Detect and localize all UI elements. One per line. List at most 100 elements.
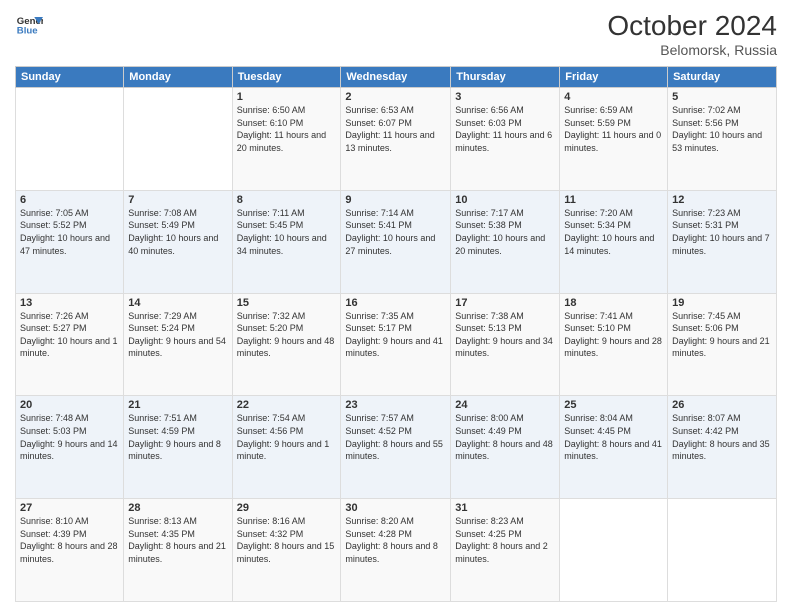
cell-details: Sunrise: 7:23 AMSunset: 5:31 PMDaylight:…	[672, 207, 772, 257]
day-number: 25	[564, 399, 663, 411]
calendar-cell: 6Sunrise: 7:05 AMSunset: 5:52 PMDaylight…	[16, 190, 124, 293]
day-number: 3	[455, 91, 555, 103]
logo: General Blue	[15, 10, 43, 38]
day-number: 13	[20, 297, 119, 309]
day-number: 20	[20, 399, 119, 411]
calendar-cell: 27Sunrise: 8:10 AMSunset: 4:39 PMDayligh…	[16, 499, 124, 602]
day-number: 28	[128, 502, 227, 514]
day-number: 29	[237, 502, 337, 514]
calendar-cell: 9Sunrise: 7:14 AMSunset: 5:41 PMDaylight…	[341, 190, 451, 293]
calendar-cell: 4Sunrise: 6:59 AMSunset: 5:59 PMDaylight…	[560, 88, 668, 191]
day-number: 19	[672, 297, 772, 309]
weekday-header-friday: Friday	[560, 67, 668, 88]
calendar-cell: 13Sunrise: 7:26 AMSunset: 5:27 PMDayligh…	[16, 293, 124, 396]
day-number: 24	[455, 399, 555, 411]
day-number: 18	[564, 297, 663, 309]
cell-details: Sunrise: 7:57 AMSunset: 4:52 PMDaylight:…	[345, 412, 446, 462]
calendar-cell: 7Sunrise: 7:08 AMSunset: 5:49 PMDaylight…	[124, 190, 232, 293]
day-number: 7	[128, 194, 227, 206]
calendar-cell	[668, 499, 777, 602]
cell-details: Sunrise: 7:45 AMSunset: 5:06 PMDaylight:…	[672, 310, 772, 360]
cell-details: Sunrise: 7:29 AMSunset: 5:24 PMDaylight:…	[128, 310, 227, 360]
cell-details: Sunrise: 7:14 AMSunset: 5:41 PMDaylight:…	[345, 207, 446, 257]
day-number: 27	[20, 502, 119, 514]
weekday-header-thursday: Thursday	[451, 67, 560, 88]
weekday-header-tuesday: Tuesday	[232, 67, 341, 88]
cell-details: Sunrise: 7:54 AMSunset: 4:56 PMDaylight:…	[237, 412, 337, 462]
cell-details: Sunrise: 8:23 AMSunset: 4:25 PMDaylight:…	[455, 515, 555, 565]
day-number: 17	[455, 297, 555, 309]
calendar-cell: 24Sunrise: 8:00 AMSunset: 4:49 PMDayligh…	[451, 396, 560, 499]
calendar-cell: 21Sunrise: 7:51 AMSunset: 4:59 PMDayligh…	[124, 396, 232, 499]
calendar-cell: 19Sunrise: 7:45 AMSunset: 5:06 PMDayligh…	[668, 293, 777, 396]
cell-details: Sunrise: 6:59 AMSunset: 5:59 PMDaylight:…	[564, 104, 663, 154]
day-number: 4	[564, 91, 663, 103]
calendar-cell: 2Sunrise: 6:53 AMSunset: 6:07 PMDaylight…	[341, 88, 451, 191]
day-number: 15	[237, 297, 337, 309]
calendar-cell: 20Sunrise: 7:48 AMSunset: 5:03 PMDayligh…	[16, 396, 124, 499]
calendar-cell: 26Sunrise: 8:07 AMSunset: 4:42 PMDayligh…	[668, 396, 777, 499]
calendar-cell: 3Sunrise: 6:56 AMSunset: 6:03 PMDaylight…	[451, 88, 560, 191]
cell-details: Sunrise: 6:53 AMSunset: 6:07 PMDaylight:…	[345, 104, 446, 154]
day-number: 5	[672, 91, 772, 103]
day-number: 31	[455, 502, 555, 514]
cell-details: Sunrise: 7:17 AMSunset: 5:38 PMDaylight:…	[455, 207, 555, 257]
cell-details: Sunrise: 7:51 AMSunset: 4:59 PMDaylight:…	[128, 412, 227, 462]
cell-details: Sunrise: 7:38 AMSunset: 5:13 PMDaylight:…	[455, 310, 555, 360]
calendar-cell: 23Sunrise: 7:57 AMSunset: 4:52 PMDayligh…	[341, 396, 451, 499]
calendar-cell: 18Sunrise: 7:41 AMSunset: 5:10 PMDayligh…	[560, 293, 668, 396]
day-number: 10	[455, 194, 555, 206]
day-number: 12	[672, 194, 772, 206]
weekday-header-wednesday: Wednesday	[341, 67, 451, 88]
calendar-cell: 12Sunrise: 7:23 AMSunset: 5:31 PMDayligh…	[668, 190, 777, 293]
calendar-cell: 28Sunrise: 8:13 AMSunset: 4:35 PMDayligh…	[124, 499, 232, 602]
day-number: 30	[345, 502, 446, 514]
calendar-cell: 15Sunrise: 7:32 AMSunset: 5:20 PMDayligh…	[232, 293, 341, 396]
day-number: 6	[20, 194, 119, 206]
day-number: 2	[345, 91, 446, 103]
cell-details: Sunrise: 8:00 AMSunset: 4:49 PMDaylight:…	[455, 412, 555, 462]
calendar-cell: 29Sunrise: 8:16 AMSunset: 4:32 PMDayligh…	[232, 499, 341, 602]
day-number: 23	[345, 399, 446, 411]
day-number: 21	[128, 399, 227, 411]
day-number: 8	[237, 194, 337, 206]
cell-details: Sunrise: 8:13 AMSunset: 4:35 PMDaylight:…	[128, 515, 227, 565]
cell-details: Sunrise: 7:11 AMSunset: 5:45 PMDaylight:…	[237, 207, 337, 257]
cell-details: Sunrise: 8:04 AMSunset: 4:45 PMDaylight:…	[564, 412, 663, 462]
cell-details: Sunrise: 7:35 AMSunset: 5:17 PMDaylight:…	[345, 310, 446, 360]
day-number: 26	[672, 399, 772, 411]
calendar-cell: 16Sunrise: 7:35 AMSunset: 5:17 PMDayligh…	[341, 293, 451, 396]
month-title: October 2024	[607, 10, 777, 42]
calendar-cell: 17Sunrise: 7:38 AMSunset: 5:13 PMDayligh…	[451, 293, 560, 396]
calendar-cell: 25Sunrise: 8:04 AMSunset: 4:45 PMDayligh…	[560, 396, 668, 499]
calendar-table: SundayMondayTuesdayWednesdayThursdayFrid…	[15, 66, 777, 602]
day-number: 22	[237, 399, 337, 411]
cell-details: Sunrise: 8:20 AMSunset: 4:28 PMDaylight:…	[345, 515, 446, 565]
cell-details: Sunrise: 7:05 AMSunset: 5:52 PMDaylight:…	[20, 207, 119, 257]
location-title: Belomorsk, Russia	[607, 42, 777, 58]
calendar-cell: 14Sunrise: 7:29 AMSunset: 5:24 PMDayligh…	[124, 293, 232, 396]
day-number: 11	[564, 194, 663, 206]
svg-text:Blue: Blue	[17, 26, 38, 37]
weekday-header-monday: Monday	[124, 67, 232, 88]
cell-details: Sunrise: 7:41 AMSunset: 5:10 PMDaylight:…	[564, 310, 663, 360]
weekday-header-saturday: Saturday	[668, 67, 777, 88]
cell-details: Sunrise: 7:48 AMSunset: 5:03 PMDaylight:…	[20, 412, 119, 462]
calendar-cell: 1Sunrise: 6:50 AMSunset: 6:10 PMDaylight…	[232, 88, 341, 191]
calendar-cell: 22Sunrise: 7:54 AMSunset: 4:56 PMDayligh…	[232, 396, 341, 499]
cell-details: Sunrise: 6:56 AMSunset: 6:03 PMDaylight:…	[455, 104, 555, 154]
cell-details: Sunrise: 7:20 AMSunset: 5:34 PMDaylight:…	[564, 207, 663, 257]
calendar-cell	[560, 499, 668, 602]
cell-details: Sunrise: 8:16 AMSunset: 4:32 PMDaylight:…	[237, 515, 337, 565]
calendar-cell: 11Sunrise: 7:20 AMSunset: 5:34 PMDayligh…	[560, 190, 668, 293]
cell-details: Sunrise: 7:26 AMSunset: 5:27 PMDaylight:…	[20, 310, 119, 360]
cell-details: Sunrise: 7:32 AMSunset: 5:20 PMDaylight:…	[237, 310, 337, 360]
logo-icon: General Blue	[15, 10, 43, 38]
cell-details: Sunrise: 7:08 AMSunset: 5:49 PMDaylight:…	[128, 207, 227, 257]
day-number: 16	[345, 297, 446, 309]
calendar-cell	[16, 88, 124, 191]
day-number: 1	[237, 91, 337, 103]
calendar-cell	[124, 88, 232, 191]
day-number: 9	[345, 194, 446, 206]
cell-details: Sunrise: 6:50 AMSunset: 6:10 PMDaylight:…	[237, 104, 337, 154]
